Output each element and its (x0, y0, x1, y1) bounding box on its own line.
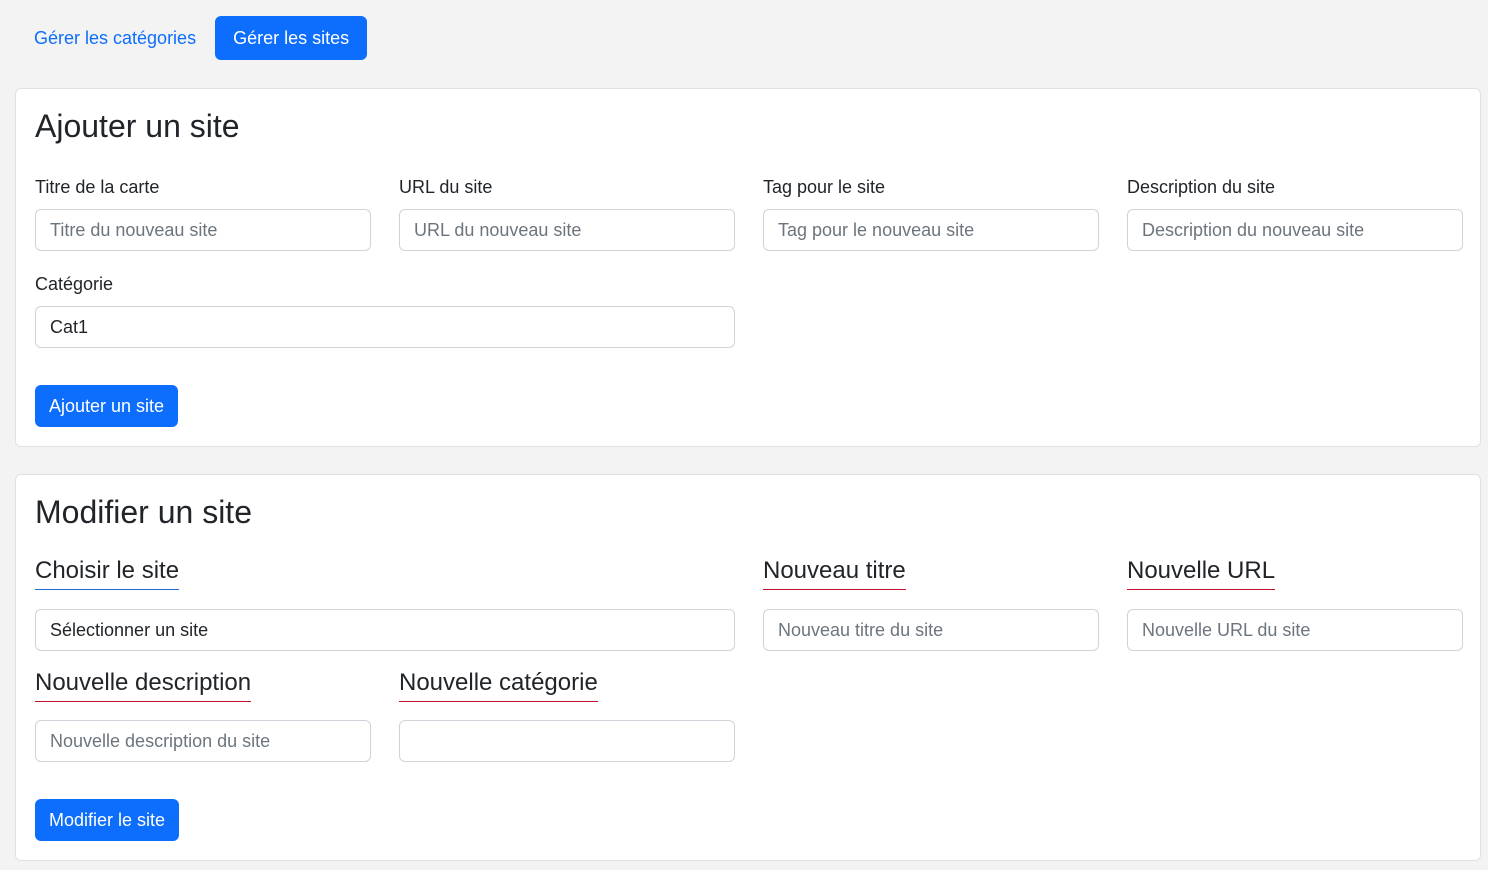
add-site-heading: Ajouter un site (35, 108, 240, 144)
new-url-input[interactable] (1127, 609, 1463, 651)
site-description-input[interactable] (1127, 209, 1463, 251)
edit-site-heading: Modifier un site (35, 494, 252, 530)
site-description-label: Description du site (1127, 177, 1276, 197)
site-url-label: URL du site (399, 177, 493, 197)
manage-categories-link[interactable]: Gérer les catégories (19, 16, 211, 60)
new-url-label: Nouvelle URL (1127, 557, 1276, 590)
add-site-card: Ajouter un site Titre de la carte URL du… (15, 88, 1481, 447)
top-nav: Gérer les catégories Gérer les sites (19, 16, 368, 60)
card-title-input[interactable] (35, 209, 371, 251)
new-category-select[interactable] (399, 720, 735, 762)
edit-site-card: Modifier un site Choisir le site Sélecti… (15, 474, 1481, 861)
edit-site-button[interactable]: Modifier le site (35, 799, 180, 841)
choose-site-select[interactable]: Sélectionner un site (35, 609, 735, 651)
choose-site-label: Choisir le site (35, 557, 180, 590)
new-description-input[interactable] (35, 720, 371, 762)
category-select[interactable]: Cat1 (35, 306, 735, 348)
new-title-label: Nouveau titre (763, 557, 906, 590)
new-category-label: Nouvelle catégorie (399, 669, 598, 702)
add-site-button[interactable]: Ajouter un site (35, 385, 179, 427)
manage-sites-tab[interactable]: Gérer les sites (215, 16, 368, 60)
new-description-label: Nouvelle description (35, 669, 252, 702)
category-label: Catégorie (35, 274, 114, 294)
site-tag-input[interactable] (763, 209, 1099, 251)
site-url-input[interactable] (399, 209, 735, 251)
site-tag-label: Tag pour le site (763, 177, 886, 197)
card-title-label: Titre de la carte (35, 177, 160, 197)
new-title-input[interactable] (763, 609, 1099, 651)
